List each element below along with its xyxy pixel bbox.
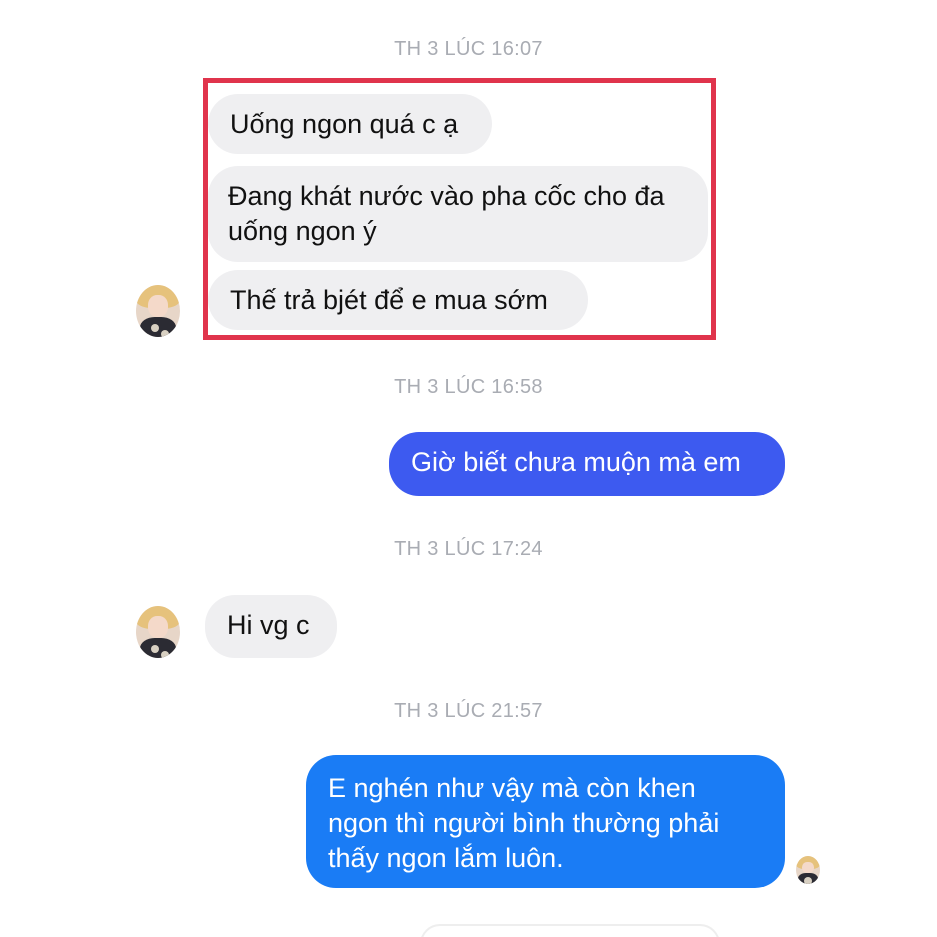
contact-avatar[interactable]: [136, 606, 180, 658]
message-text: Hi vg c: [227, 610, 310, 640]
avatar-body: [139, 638, 177, 658]
seen-avatar: [796, 856, 820, 884]
avatar-body: [797, 873, 819, 884]
avatar-face: [147, 616, 169, 639]
timestamp: TH 3 LÚC 17:24: [394, 538, 543, 560]
avatar-face: [802, 861, 814, 874]
timestamp: TH 3 LÚC 16:07: [394, 38, 543, 60]
message-text: Giờ biết chưa muộn mà em: [411, 447, 741, 477]
timestamp: TH 3 LÚC 21:57: [394, 700, 543, 722]
partial-message[interactable]: [420, 924, 720, 937]
received-message[interactable]: Hi vg c: [205, 595, 337, 658]
avatar-body: [139, 317, 177, 337]
highlight-frame: [203, 78, 716, 340]
message-text: E nghén như vậy mà còn khen ngon thì ngư…: [328, 773, 720, 873]
contact-avatar[interactable]: [136, 285, 180, 337]
sent-message[interactable]: Giờ biết chưa muộn mà em: [389, 432, 785, 496]
timestamp: TH 3 LÚC 16:58: [394, 376, 543, 398]
avatar-face: [147, 295, 169, 318]
sent-message[interactable]: E nghén như vậy mà còn khen ngon thì ngư…: [306, 755, 785, 888]
